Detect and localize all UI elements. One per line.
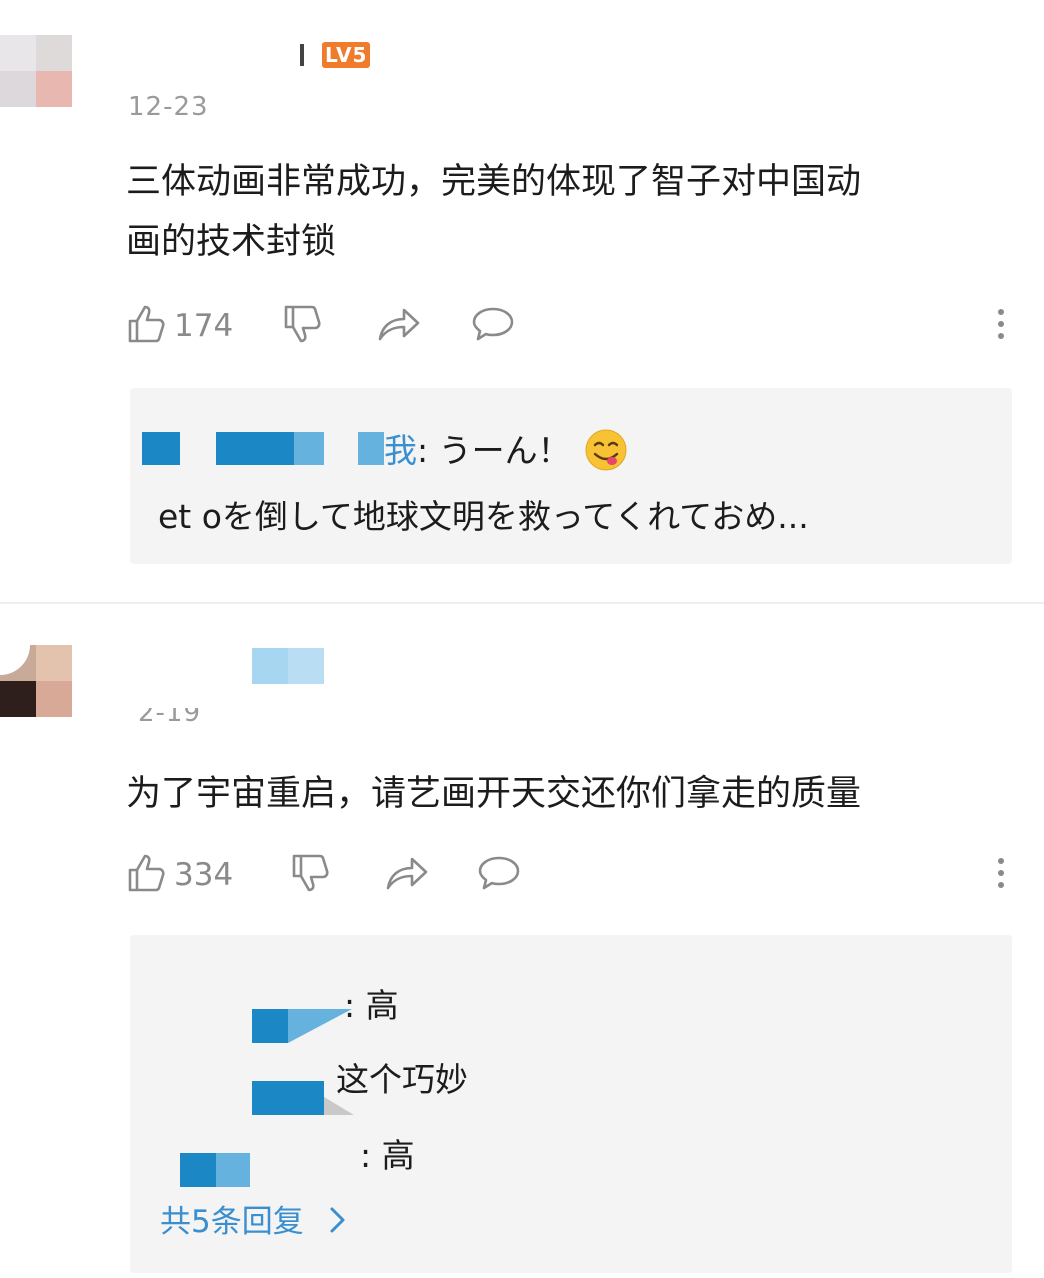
avatar[interactable] (0, 35, 72, 107)
comment-text-line: 为了宇宙重启，请艺画开天交还你们拿走的质量 (126, 774, 862, 814)
username-mask (252, 1009, 288, 1043)
comment-text-line: 画的技术封锁 (126, 222, 337, 262)
comment-icon (476, 852, 522, 898)
thumb-down-icon (290, 852, 332, 898)
username-fragment (300, 44, 304, 66)
reply-username[interactable]: 我 (384, 431, 417, 470)
chevron-right-icon (328, 1205, 348, 1243)
avatar[interactable] (0, 645, 72, 717)
reply-line: 这个巧妙 (336, 1060, 468, 1099)
comment-text-line: 三体动画非常成功，完美的体现了智子对中国动 (126, 162, 862, 202)
reply-line: 我: うーん！ (384, 424, 571, 472)
reply-preview[interactable]: 我: うーん！ et oを倒して地球文明を救ってくれておめ... (130, 388, 1012, 564)
comment-actions: 334 (126, 853, 1006, 897)
comment-body: 为了宇宙重启，请艺画开天交还你们拿走的质量 (126, 764, 861, 824)
reply-line: et oを倒して地球文明を救ってくれておめ... (158, 497, 809, 536)
level-badge: LV5 (322, 42, 371, 68)
share-button[interactable] (376, 304, 422, 348)
username-mask (288, 648, 324, 684)
username-mask (216, 432, 294, 465)
share-button[interactable] (384, 853, 430, 897)
username-mask (252, 648, 288, 684)
thumb-up-icon (126, 852, 168, 898)
username-mask (294, 432, 324, 465)
view-all-replies-label: 共5条回复 (160, 1204, 304, 1240)
emoji-icon (584, 428, 628, 476)
like-count: 334 (174, 857, 234, 893)
username-mask (288, 1009, 352, 1043)
thumb-down-icon (282, 303, 324, 349)
username-mask (252, 1081, 324, 1115)
dislike-button[interactable] (282, 304, 324, 348)
comment-date: 2-19 (138, 708, 202, 728)
username-mask (216, 1153, 250, 1187)
comment-icon (470, 303, 516, 349)
thumb-up-icon (126, 303, 168, 349)
view-all-replies-link[interactable]: 共5条回复 (160, 1196, 348, 1243)
username-mask (142, 432, 180, 465)
share-icon (376, 303, 422, 349)
reply-button[interactable] (470, 304, 516, 348)
dislike-button[interactable] (290, 853, 332, 897)
more-icon (996, 858, 1006, 888)
comment-body: 三体动画非常成功，完美的体现了智子对中国动 画的技术封锁 (126, 152, 861, 272)
more-icon (996, 309, 1006, 339)
reply-line: : 高 (344, 986, 399, 1025)
share-icon (384, 852, 430, 898)
like-count: 174 (174, 308, 234, 344)
more-button[interactable] (996, 855, 1006, 895)
comment-date: 12-23 (128, 92, 209, 122)
comment-actions: 174 (126, 304, 1006, 348)
reply-button[interactable] (476, 853, 522, 897)
like-button[interactable]: 174 (126, 304, 233, 348)
username-mask (358, 432, 384, 465)
like-button[interactable]: 334 (126, 853, 233, 897)
comment-divider (0, 602, 1044, 604)
reply-line: : 高 (360, 1136, 415, 1175)
reply-text: : うーん！ (417, 431, 571, 470)
username-mask (180, 1153, 216, 1187)
more-button[interactable] (996, 306, 1006, 346)
